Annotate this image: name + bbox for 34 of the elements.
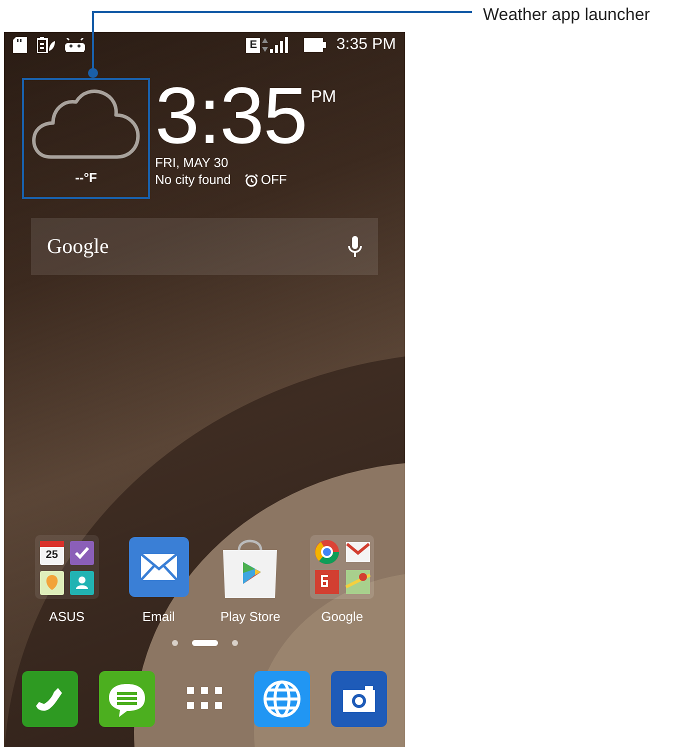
alarm-status: OFF <box>260 171 287 189</box>
search-bar[interactable]: Google <box>31 218 378 275</box>
battery-icon <box>304 38 326 52</box>
network-type-icon: E <box>246 38 260 52</box>
city-label: No city found <box>155 171 231 189</box>
battery-leaf-icon <box>37 37 55 53</box>
google-logo: Google <box>47 232 109 260</box>
microphone-icon[interactable] <box>348 236 362 258</box>
calendar-day: 25 <box>40 547 64 563</box>
app-shortcut[interactable]: Play Store <box>219 535 282 625</box>
message-bubble-icon[interactable] <box>99 671 156 727</box>
signal-icon <box>270 37 288 53</box>
page-indicator[interactable] <box>192 640 218 646</box>
envelope-icon <box>128 537 189 597</box>
app-shortcut[interactable]: 25 ASUS <box>34 535 99 625</box>
sd-card-icon <box>13 37 27 53</box>
android-icon <box>65 38 85 52</box>
camera-icon[interactable] <box>331 671 387 727</box>
cloud-icon <box>31 88 141 160</box>
clock-time: 3:35 <box>155 78 307 154</box>
clock-period: PM <box>310 86 336 108</box>
asus-folder-icon <box>34 535 99 599</box>
temperature: --°F <box>75 169 97 187</box>
weather-widget[interactable]: --°F <box>22 78 150 199</box>
phone-icon[interactable] <box>22 671 78 727</box>
callout-label: Weather app launcher <box>483 4 650 26</box>
status-time: 3:35 PM <box>336 35 396 55</box>
data-arrows-icon <box>262 38 268 52</box>
google-folder-icon <box>310 535 374 599</box>
app-shortcut[interactable]: Email <box>128 535 189 625</box>
app-shortcut[interactable]: Google <box>310 535 374 625</box>
globe-icon[interactable] <box>254 671 310 727</box>
alarm-clock-icon <box>244 174 258 186</box>
date-label: FRI, MAY 30 <box>155 155 230 171</box>
